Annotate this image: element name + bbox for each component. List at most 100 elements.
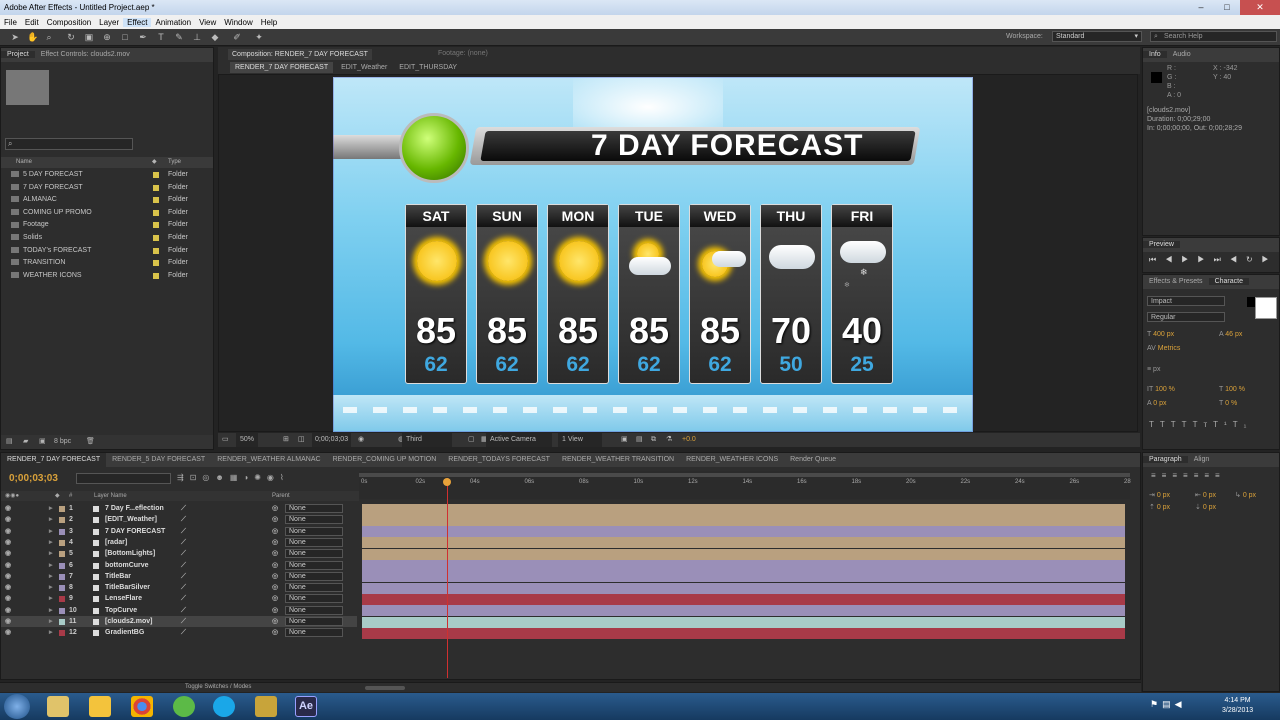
list-item[interactable]: Solids Folder bbox=[1, 232, 213, 245]
subscript-icon[interactable]: T₁ bbox=[1233, 420, 1253, 429]
parent-select[interactable]: None bbox=[285, 605, 343, 615]
layer-row[interactable]: ◉ ▸ 11 [clouds2.mov] ⟋ ◎ None bbox=[1, 616, 357, 628]
timeline-timecode[interactable]: 0;00;03;03 bbox=[9, 473, 58, 484]
expand-arrow-icon[interactable]: ▸ bbox=[49, 605, 53, 616]
small-caps-icon[interactable]: Tт bbox=[1193, 420, 1214, 429]
parent-select[interactable]: None bbox=[285, 515, 343, 525]
font-style-select[interactable]: Regular bbox=[1147, 312, 1225, 322]
after-effects-icon[interactable]: Ae bbox=[295, 696, 317, 717]
parent-select[interactable]: None bbox=[285, 594, 343, 604]
tab-render-todays[interactable]: RENDER_TODAYS FORECAST bbox=[442, 453, 556, 467]
column-type[interactable]: Type bbox=[168, 157, 181, 168]
parent-select[interactable]: None bbox=[285, 560, 343, 570]
layer-row[interactable]: ◉ ▸ 5 [BottomLights] ⟋ ◎ None bbox=[1, 548, 357, 559]
expand-arrow-icon[interactable]: ▸ bbox=[49, 616, 53, 627]
layer-switch-icon[interactable]: ⟋ bbox=[181, 593, 186, 604]
parent-select[interactable]: None bbox=[285, 583, 343, 593]
expand-arrow-icon[interactable]: ▸ bbox=[49, 537, 53, 548]
expand-arrow-icon[interactable]: ▸ bbox=[49, 571, 53, 582]
layer-switch-icon[interactable]: ⟋ bbox=[181, 503, 186, 514]
eye-icon[interactable]: ◉ bbox=[5, 605, 11, 616]
layer-switch-icon[interactable]: ⟋ bbox=[181, 582, 186, 593]
breadcrumb-render-7day[interactable]: RENDER_7 DAY FORECAST bbox=[230, 62, 334, 73]
label-color[interactable] bbox=[59, 528, 65, 535]
audio-icon[interactable]: ◀ bbox=[1230, 255, 1246, 264]
layer-row[interactable]: ◉ ▸ 2 [EDIT_Weather] ⟋ ◎ None bbox=[1, 514, 357, 525]
layer-duration-bar[interactable] bbox=[362, 571, 1125, 583]
brush-tool-icon[interactable]: ✎ bbox=[174, 32, 184, 42]
leading-field[interactable]: A 46 px bbox=[1219, 331, 1242, 338]
exposure-value[interactable]: +0.0 bbox=[682, 433, 696, 447]
label-color[interactable] bbox=[59, 562, 65, 569]
eye-icon[interactable]: ◉ bbox=[5, 537, 11, 548]
tab-character[interactable]: Characte bbox=[1208, 278, 1249, 285]
layer-name[interactable]: TopCurve bbox=[105, 605, 137, 616]
layer-switch-icon[interactable]: ⟋ bbox=[181, 571, 186, 582]
eye-icon[interactable]: ◉ bbox=[5, 627, 11, 638]
space-after-field[interactable]: ⇣ 0 px bbox=[1195, 503, 1216, 511]
list-item[interactable]: TRANSITION Folder bbox=[1, 257, 213, 270]
timeline-search-input[interactable] bbox=[76, 473, 171, 484]
camera-select[interactable]: Active Camera bbox=[486, 433, 552, 447]
layer-duration-bar[interactable] bbox=[362, 548, 1125, 560]
live-update-icon[interactable]: ⊡ bbox=[190, 473, 203, 482]
tsume-field[interactable]: T 0 % bbox=[1219, 400, 1237, 407]
justify-all-icon[interactable]: ≡ bbox=[1215, 471, 1226, 480]
tab-render-coming-up[interactable]: RENDER_COMING UP MOTION bbox=[327, 453, 443, 467]
pickwhip-icon[interactable]: ◎ bbox=[272, 526, 278, 537]
expand-arrow-icon[interactable]: ▸ bbox=[49, 582, 53, 593]
label-color[interactable] bbox=[59, 506, 65, 512]
layer-name[interactable]: [BottomLights] bbox=[105, 548, 155, 559]
layer-duration-bar[interactable] bbox=[362, 627, 1125, 639]
roi-icon[interactable]: ▢ bbox=[468, 433, 475, 447]
superscript-icon[interactable]: T¹ bbox=[1213, 420, 1233, 429]
type-tool-icon[interactable]: T bbox=[156, 32, 166, 42]
playhead-icon[interactable] bbox=[443, 478, 451, 486]
ram-preview-icon[interactable]: ▶ bbox=[1262, 255, 1278, 264]
layer-row[interactable]: ◉ ▸ 6 bottomCurve ⟋ ◎ None bbox=[1, 560, 357, 571]
menu-window[interactable]: Window bbox=[220, 18, 256, 27]
list-item[interactable]: ALMANAC Folder bbox=[1, 194, 213, 207]
frame-blend-icon[interactable]: ▦ bbox=[230, 473, 244, 482]
label-color[interactable] bbox=[59, 619, 65, 625]
utility-icon[interactable] bbox=[173, 696, 195, 717]
resolution-select[interactable]: Third bbox=[402, 433, 452, 447]
font-size-field[interactable]: T 400 px bbox=[1147, 331, 1174, 338]
label-color[interactable] bbox=[59, 585, 65, 592]
eye-icon[interactable]: ◉ bbox=[5, 514, 11, 525]
next-frame-icon[interactable]: ▶ bbox=[1197, 255, 1213, 264]
label-color[interactable] bbox=[59, 596, 65, 603]
layer-switch-icon[interactable]: ⟋ bbox=[181, 526, 186, 537]
pickwhip-icon[interactable]: ◎ bbox=[272, 503, 278, 514]
graph-editor-icon[interactable]: ⌇ bbox=[280, 473, 290, 482]
layer-switch-icon[interactable]: ⟋ bbox=[181, 537, 186, 548]
new-folder-icon[interactable]: ▰ bbox=[23, 435, 28, 449]
layer-name[interactable]: [clouds2.mov] bbox=[105, 616, 152, 627]
tab-preview[interactable]: Preview bbox=[1143, 241, 1180, 248]
toggle-pixel-icon[interactable]: ▣ bbox=[621, 433, 628, 447]
bit-depth-label[interactable]: 8 bpc bbox=[54, 435, 71, 449]
menu-effect[interactable]: Effect bbox=[123, 17, 152, 27]
layer-duration-bar[interactable] bbox=[362, 582, 1125, 594]
flowchart-icon[interactable]: ⚗ bbox=[666, 433, 672, 447]
motion-blur-icon[interactable]: ◑ bbox=[243, 473, 254, 482]
stroke-width-field[interactable]: ≡ px bbox=[1147, 366, 1160, 373]
layer-row[interactable]: ◉ ▸ 7 TitleBar ⟋ ◎ None bbox=[1, 571, 357, 582]
loop-icon[interactable]: ↻ bbox=[1246, 255, 1262, 264]
layer-name[interactable]: [radar] bbox=[105, 537, 127, 548]
menu-view[interactable]: View bbox=[195, 18, 220, 27]
align-right-icon[interactable]: ≡ bbox=[1172, 471, 1183, 480]
layer-row[interactable]: ◉ ▸ 4 [radar] ⟋ ◎ None bbox=[1, 537, 357, 548]
composition-canvas[interactable]: 7 DAY FORECAST SAT 85 62 SUN 85 62 MON 85 62 T… bbox=[333, 77, 973, 432]
layer-name[interactable]: GradientBG bbox=[105, 627, 144, 638]
layer-name[interactable]: TitleBarSilver bbox=[105, 582, 150, 593]
column-layer-name[interactable]: Layer Name bbox=[94, 491, 127, 501]
list-item[interactable]: 5 DAY FORECAST Folder bbox=[1, 169, 213, 182]
title-safe-icon[interactable]: ⊞ bbox=[283, 433, 289, 447]
tab-render-5day[interactable]: RENDER_5 DAY FORECAST bbox=[106, 453, 211, 467]
breadcrumb-edit-thursday[interactable]: EDIT_THURSDAY bbox=[395, 62, 461, 73]
puppet-tool-icon[interactable]: ✦ bbox=[254, 32, 264, 42]
layer-duration-bar[interactable] bbox=[362, 605, 1125, 617]
brainstorm-icon[interactable]: ✺ bbox=[254, 473, 267, 482]
pickwhip-icon[interactable]: ◎ bbox=[272, 627, 278, 638]
